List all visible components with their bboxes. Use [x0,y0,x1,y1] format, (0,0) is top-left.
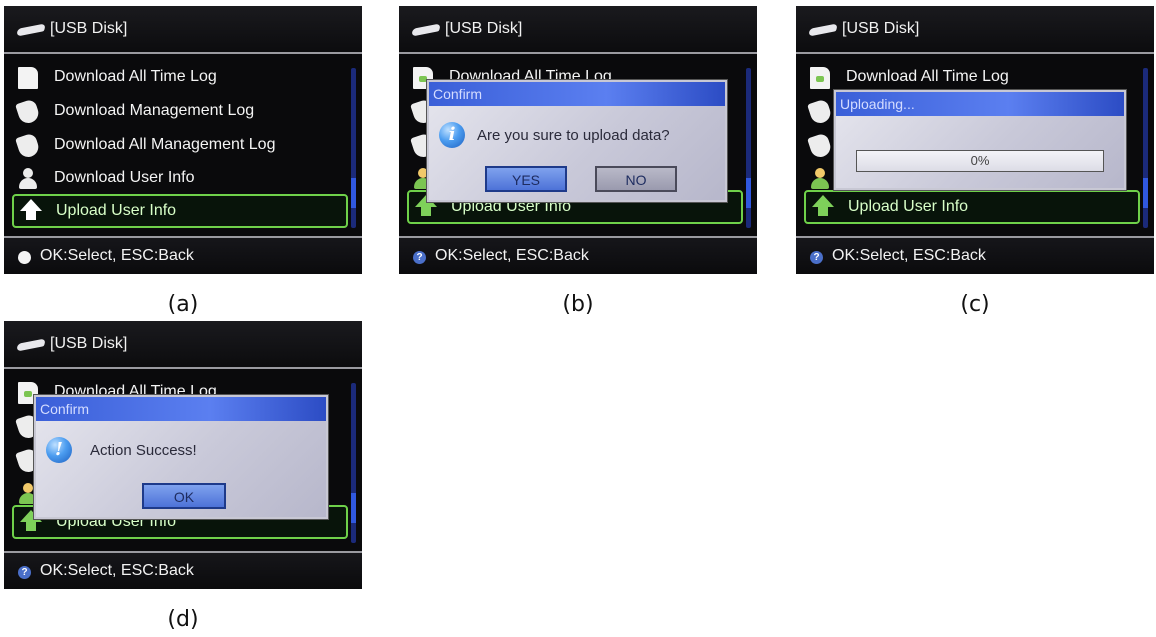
footer-hint: OK:Select, ESC:Back [40,247,194,264]
panel-caption: (a) [167,292,199,317]
screen-header: [USB Disk] [4,321,362,369]
screen-footer: ? OK:Select, ESC:Back [399,236,757,274]
menu-item-label: Download User Info [54,169,195,186]
menu-item-label: Download Management Log [54,102,255,119]
help-icon: ? [18,566,31,579]
footer-hint: OK:Select, ESC:Back [832,247,986,264]
no-button[interactable]: NO [595,166,677,192]
circle-icon [18,251,31,264]
menu-item-label: Download All Management Log [54,136,276,153]
info-icon: ! [46,437,72,463]
screen-footer: ? OK:Select, ESC:Back [796,236,1154,274]
dialog-title: Confirm [36,397,326,421]
document-icon [18,67,38,89]
scrollbar-thumb[interactable] [351,493,356,523]
scrollbar-thumb[interactable] [351,178,356,208]
panel-a: [USB Disk] Download All Time Log Downloa… [4,6,362,317]
yes-button[interactable]: YES [485,166,567,192]
dialog-title: Uploading... [836,92,1124,116]
scrollbar-thumb[interactable] [746,178,751,208]
scrollbar[interactable] [351,68,356,228]
screen-header: [USB Disk] [4,6,362,54]
screen-title: [USB Disk] [445,20,523,37]
panel-caption: (b) [562,292,594,317]
scrollbar-thumb[interactable] [1143,178,1148,208]
upload-arrow-icon [812,195,834,216]
upload-progress-bar: 0% [856,150,1104,172]
panel-d: [USB Disk] Download All Time Log Upload … [4,321,362,632]
scrollbar[interactable] [351,383,356,543]
menu-list: Download All Time Log Download Managemen… [4,58,362,234]
user-icon [18,168,38,190]
usb-disk-icon [16,23,46,37]
footer-hint: OK:Select, ESC:Back [40,562,194,579]
panel-caption: (d) [167,607,199,632]
dialog-title: Confirm [429,82,725,106]
device-screen: [USB Disk] Download All Time Log Upload … [796,6,1154,274]
menu-item-download-all-time-log[interactable]: Download All Time Log [12,62,344,92]
device-screen: [USB Disk] Download All Time Log Upload … [4,321,362,589]
screen-title: [USB Disk] [50,335,128,352]
usb-disk-icon [16,338,46,352]
dialog-message: Action Success! [90,442,197,459]
success-dialog: Confirm ! Action Success! OK [34,395,328,519]
ok-button[interactable]: OK [142,483,226,509]
menu-item-label: Download All Time Log [846,68,1009,85]
menu-item-label: Upload User Info [848,198,969,215]
menu-item-upload-user-info[interactable]: Upload User Info [804,190,1140,224]
screen-header: [USB Disk] [796,6,1154,54]
screen-footer: ? OK:Select, ESC:Back [4,551,362,589]
info-icon: i [439,122,465,148]
menu-item-download-all-time-log[interactable]: Download All Time Log [804,62,1136,92]
dialog-message: Are you sure to upload data? [477,127,670,144]
scrollbar[interactable] [1143,68,1148,228]
screen-footer: OK:Select, ESC:Back [4,236,362,274]
screen-title: [USB Disk] [50,20,128,37]
upload-arrow-icon [20,199,42,220]
confirm-dialog: Confirm i Are you sure to upload data? Y… [427,80,727,202]
menu-item-upload-user-info[interactable]: Upload User Info [12,194,348,228]
panel-b: [USB Disk] Download All Time Log Upload … [399,6,757,317]
menu-item-download-all-management-log[interactable]: Download All Management Log [12,130,344,160]
panel-caption: (c) [960,292,990,317]
screen-title: [USB Disk] [842,20,920,37]
shield-icon [15,132,41,160]
help-icon: ? [810,251,823,264]
shield-icon [807,98,833,126]
user-icon [810,168,830,190]
screen-header: [USB Disk] [399,6,757,54]
scrollbar[interactable] [746,68,751,228]
menu-item-label: Download All Time Log [54,68,217,85]
shield-icon [807,132,833,160]
uploading-dialog: Uploading... 0% [834,90,1126,190]
shield-icon [15,98,41,126]
usb-disk-icon [411,23,441,37]
menu-item-download-management-log[interactable]: Download Management Log [12,96,344,126]
menu-item-download-user-info[interactable]: Download User Info [12,163,344,193]
footer-hint: OK:Select, ESC:Back [435,247,589,264]
device-screen: [USB Disk] Download All Time Log Upload … [399,6,757,274]
device-screen: [USB Disk] Download All Time Log Downloa… [4,6,362,274]
menu-item-label: Upload User Info [56,202,177,219]
help-icon: ? [413,251,426,264]
document-icon [810,67,830,89]
panel-c: [USB Disk] Download All Time Log Upload … [796,6,1154,317]
usb-disk-icon [808,23,838,37]
